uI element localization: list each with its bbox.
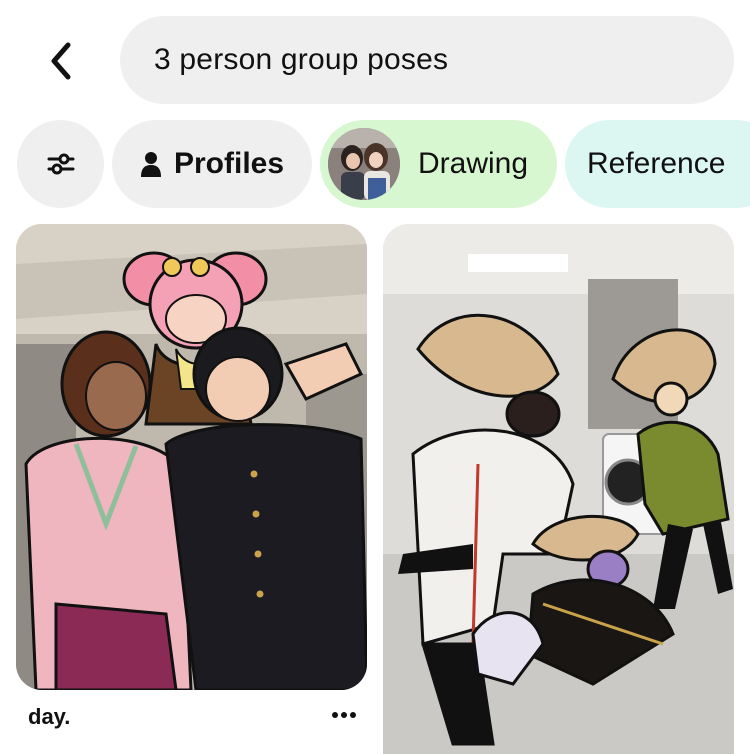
- filter-chip-row: Profiles Drawing Reference: [0, 120, 750, 208]
- reference-chip[interactable]: Reference: [565, 120, 750, 208]
- pin-image: [16, 224, 367, 690]
- profiles-chip[interactable]: Profiles: [112, 120, 312, 208]
- reference-chip-label: Reference: [587, 147, 726, 180]
- sliders-icon: [47, 153, 74, 175]
- filter-options-button[interactable]: [17, 120, 104, 208]
- pin-image-card[interactable]: [16, 224, 367, 690]
- pin-caption: day.: [28, 704, 71, 729]
- drawing-chip-thumbnail: [328, 128, 400, 200]
- pin-image: [383, 224, 734, 754]
- more-options-button[interactable]: [326, 700, 362, 730]
- drawing-chip[interactable]: Drawing: [320, 120, 557, 208]
- profiles-chip-label: Profiles: [174, 147, 285, 180]
- more-icon: [332, 712, 356, 718]
- drawing-chip-label: Drawing: [418, 147, 529, 180]
- search-query-text: 3 person group poses: [154, 43, 449, 76]
- person-icon: [141, 152, 161, 177]
- chevron-left-icon: [51, 42, 71, 80]
- back-button[interactable]: [38, 38, 84, 84]
- search-input[interactable]: 3 person group poses: [120, 16, 734, 104]
- pin-image-card[interactable]: [383, 224, 734, 754]
